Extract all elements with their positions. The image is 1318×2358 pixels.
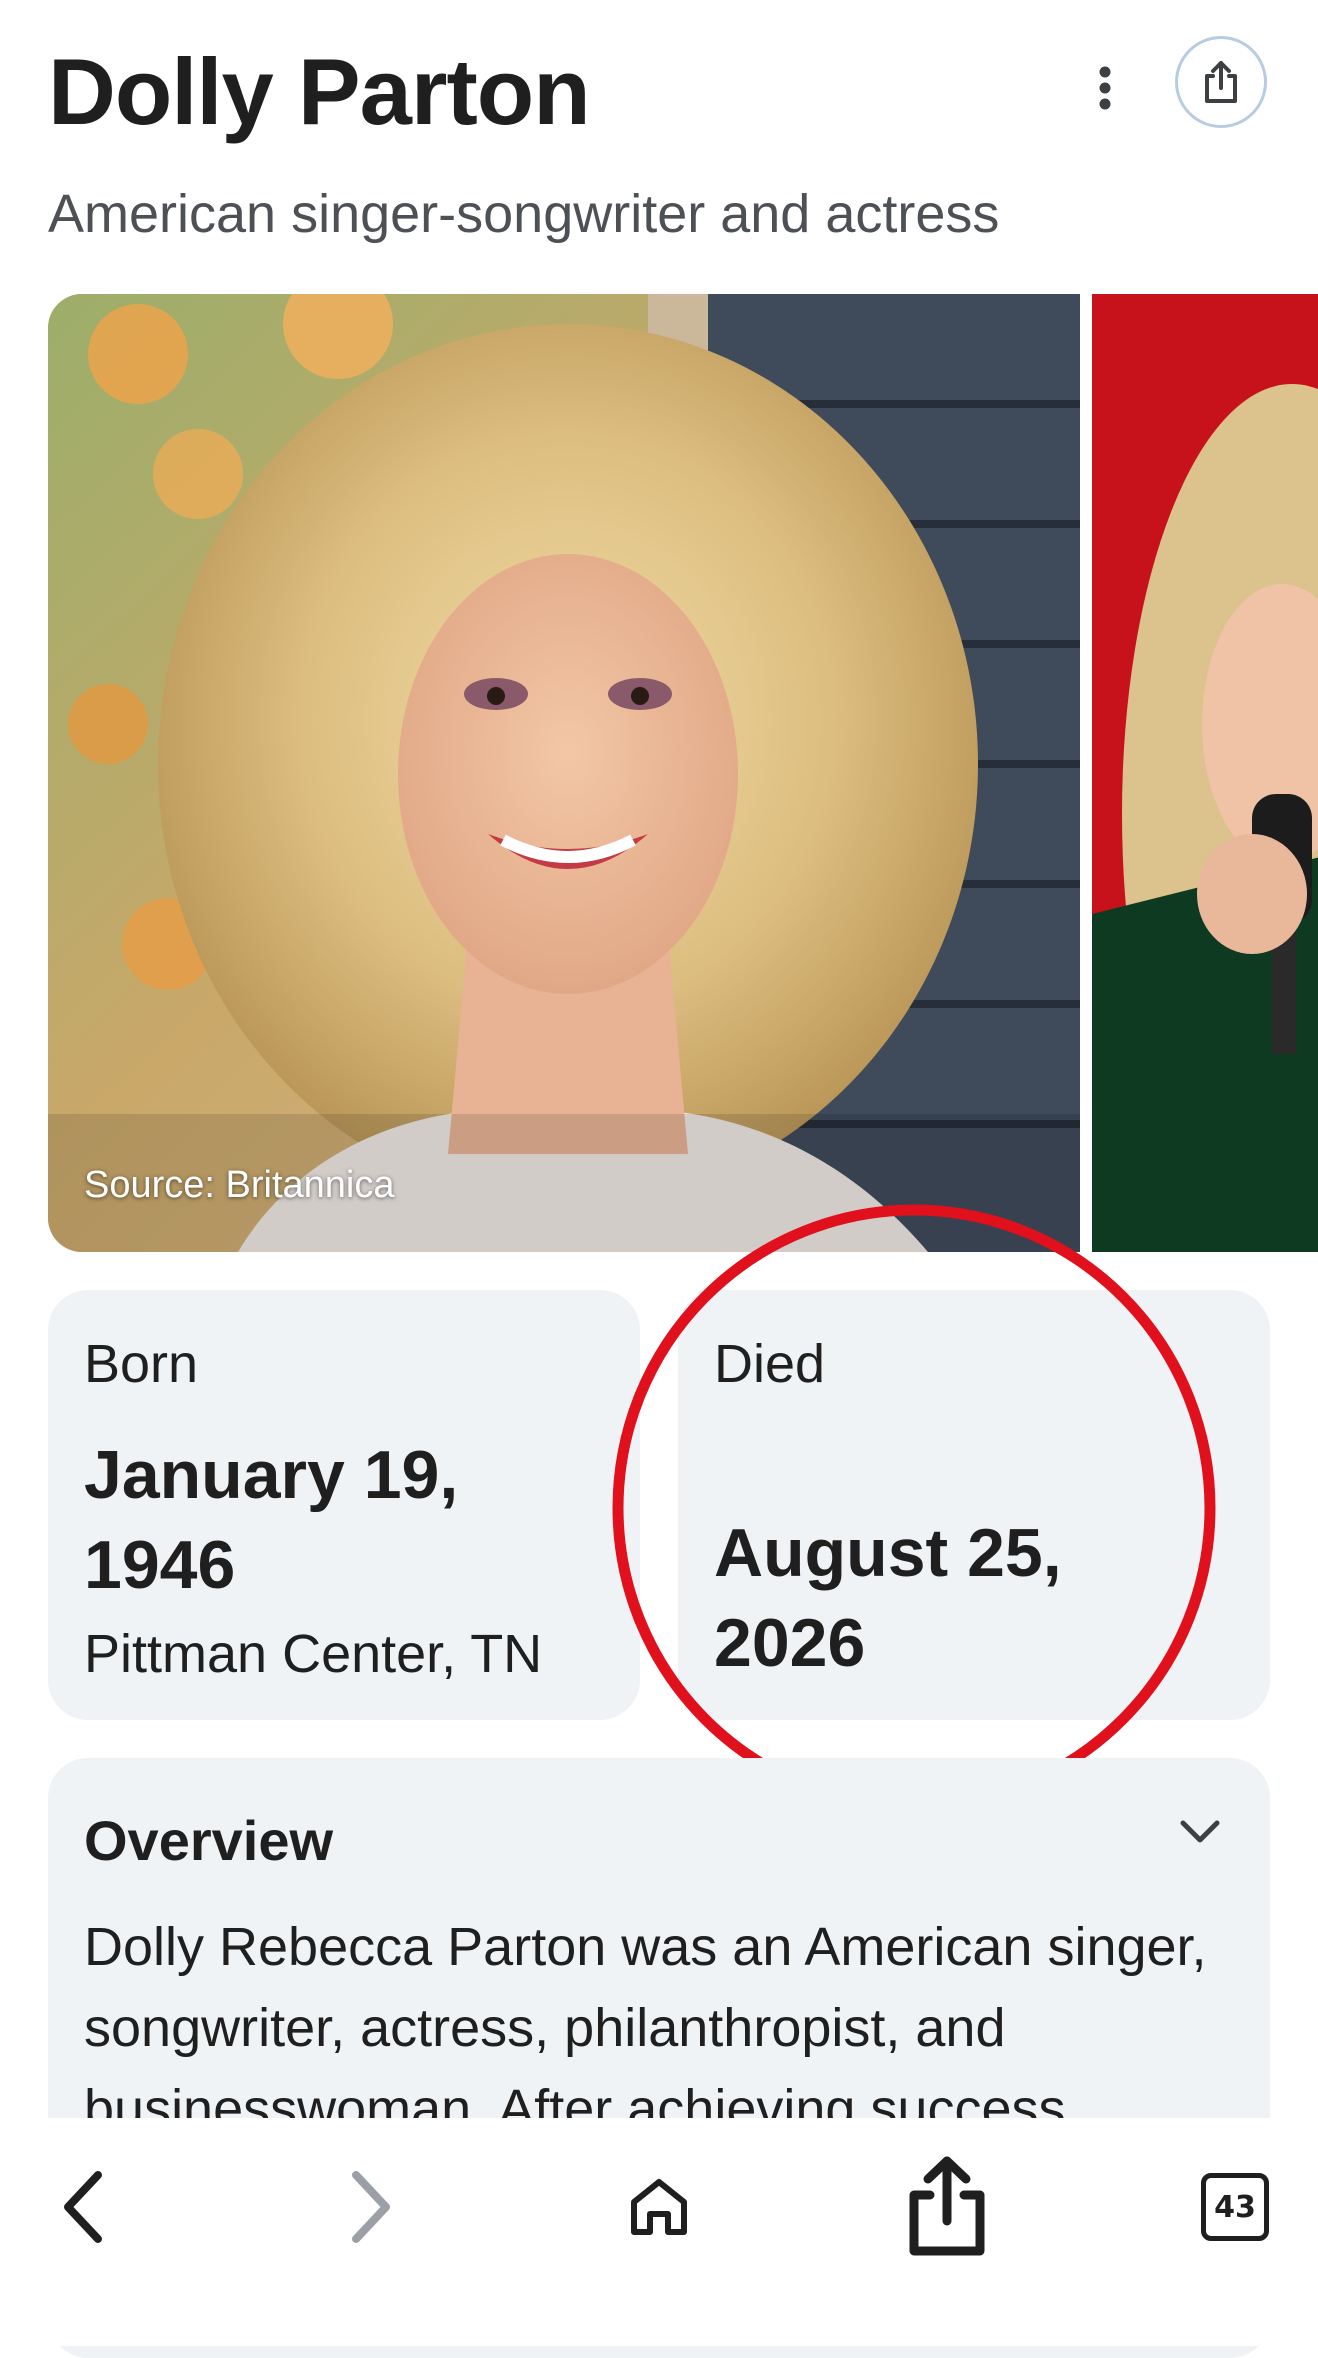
overview-title: Overview <box>84 1809 334 1872</box>
died-date: August 25, 2026 <box>714 1509 1234 1689</box>
home-icon <box>631 2179 687 2235</box>
born-label: Born <box>84 1334 199 1394</box>
died-date-line1: August 25, <box>714 1514 1062 1591</box>
back-button[interactable] <box>28 2142 138 2272</box>
tab-switcher-button[interactable]: 43 <box>1180 2142 1290 2272</box>
born-card: Born January 19, 1946 Pittman Center, TN <box>48 1290 640 1720</box>
born-date-line2: 1946 <box>84 1526 236 1603</box>
image-carousel[interactable]: Source: Britannica <box>48 294 1318 1252</box>
more-vert-icon <box>1099 66 1111 110</box>
chevron-left-icon <box>64 2171 102 2243</box>
bottom-toolbar: 43 <box>0 2118 1318 2346</box>
born-place: Pittman Center, TN <box>84 1624 543 1685</box>
share-icon <box>909 2156 985 2256</box>
toolbar-share-button[interactable] <box>892 2142 1002 2272</box>
secondary-image <box>1092 294 1318 1252</box>
home-button[interactable] <box>604 2142 714 2272</box>
died-card: Died August 25, 2026 <box>678 1290 1270 1720</box>
secondary-photo[interactable] <box>1092 294 1318 1252</box>
page-title: Dolly Parton <box>48 39 591 144</box>
died-label: Died <box>714 1334 826 1394</box>
overview-text: Dolly Rebecca Parton was an American sin… <box>84 1917 1207 2139</box>
born-date-line1: January 19, <box>84 1436 459 1513</box>
page-subtitle: American singer-songwriter and actress <box>48 184 1000 244</box>
main-photo[interactable]: Source: Britannica <box>48 294 1080 1252</box>
forward-button[interactable] <box>316 2142 426 2272</box>
more-options-button[interactable] <box>1075 58 1135 118</box>
expand-overview-button[interactable] <box>1170 1802 1230 1862</box>
portrait-image <box>48 294 1080 1252</box>
image-source-label: Source: Britannica <box>84 1164 395 1206</box>
born-date: January 19, 1946 <box>84 1431 604 1611</box>
tab-count-badge: 43 <box>1201 2173 1269 2241</box>
chevron-right-icon <box>352 2171 390 2243</box>
chevron-down-icon <box>1180 1820 1220 1843</box>
died-date-line2: 2026 <box>714 1604 866 1681</box>
share-button[interactable] <box>1175 36 1267 128</box>
share-icon <box>1205 61 1237 103</box>
